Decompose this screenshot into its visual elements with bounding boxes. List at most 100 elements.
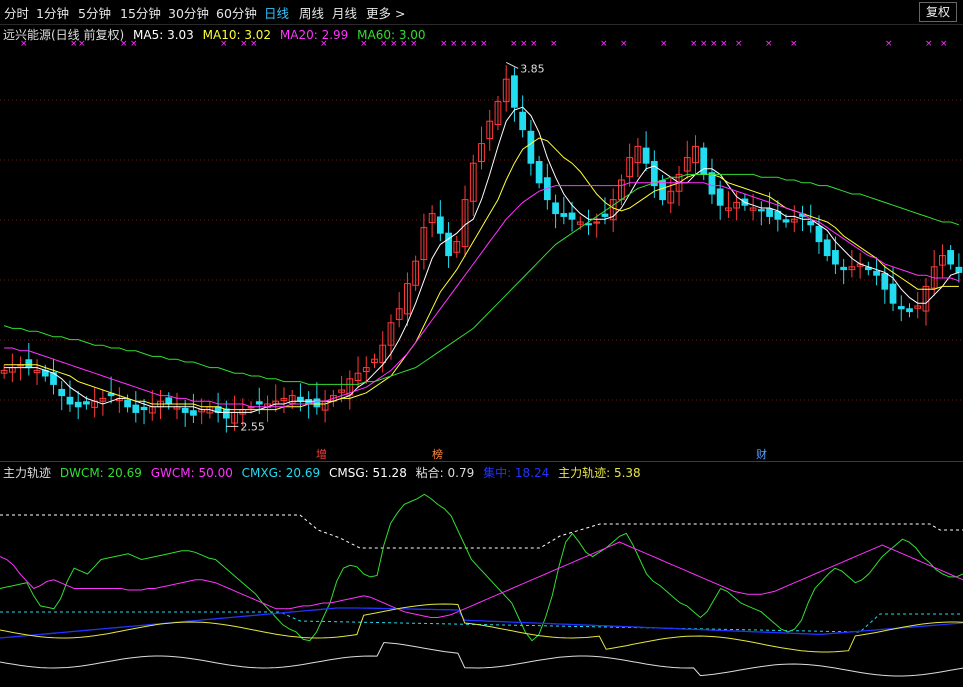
candle-body bbox=[568, 212, 576, 220]
candle-body bbox=[897, 306, 905, 310]
signal-marker: × bbox=[400, 40, 408, 49]
candle-body bbox=[511, 75, 518, 108]
signal-marker: × bbox=[360, 40, 368, 49]
signal-marker: × bbox=[78, 40, 86, 49]
candle-body bbox=[840, 266, 848, 271]
candle-body bbox=[58, 388, 66, 397]
candle-body bbox=[132, 404, 140, 413]
tab-30min[interactable]: 30分钟 bbox=[168, 3, 209, 22]
fuquan-button[interactable]: 复权 bbox=[919, 2, 957, 22]
candle-body bbox=[782, 219, 790, 223]
dwcm-line bbox=[0, 493, 963, 642]
candle-body bbox=[947, 250, 955, 265]
candle-body bbox=[66, 396, 74, 405]
candle-body bbox=[25, 359, 33, 369]
candle-body bbox=[757, 209, 765, 212]
zlgj-line bbox=[0, 603, 963, 653]
tab-fenshi[interactable]: 分时 bbox=[4, 3, 29, 22]
signal-marker: × bbox=[320, 40, 328, 49]
signal-marker: × bbox=[550, 40, 558, 49]
signal-marker: × bbox=[70, 40, 78, 49]
signal-marker: × bbox=[720, 40, 728, 49]
tab-60min[interactable]: 60分钟 bbox=[216, 3, 257, 22]
candle-body bbox=[889, 283, 897, 304]
candle-body bbox=[955, 266, 963, 273]
signal-marker: × bbox=[450, 40, 458, 49]
signal-marker: × bbox=[220, 40, 228, 49]
candle-body bbox=[181, 407, 189, 413]
cmsg-readout: CMSG: 51.28 bbox=[328, 466, 407, 480]
candle-body bbox=[601, 213, 609, 217]
candle-body bbox=[642, 147, 650, 164]
candle-body bbox=[873, 270, 880, 276]
nh-readout: 粘合: 0.79 bbox=[415, 466, 475, 480]
gwcm-line bbox=[0, 541, 963, 618]
candle-body bbox=[124, 399, 131, 408]
candle-body bbox=[313, 398, 321, 408]
sub-legend: 主力轨迹 DWCM: 20.69 GWCM: 50.00 CMXG: 20.69… bbox=[3, 464, 646, 481]
candle-body bbox=[659, 180, 666, 201]
candle-body bbox=[445, 232, 452, 257]
signal-marker: × bbox=[790, 40, 798, 49]
signal-marker: × bbox=[120, 40, 128, 49]
candle-body bbox=[83, 401, 90, 405]
signal-marker: × bbox=[510, 40, 518, 49]
signal-marker: × bbox=[460, 40, 468, 49]
cmxg-readout: CMXG: 20.69 bbox=[241, 466, 321, 480]
candle-body bbox=[766, 208, 773, 217]
candle-body bbox=[823, 239, 831, 257]
candle-body bbox=[560, 213, 568, 217]
signal-marker: × bbox=[410, 40, 418, 49]
ma-line-ma20 bbox=[4, 182, 960, 408]
signal-marker: × bbox=[940, 40, 948, 49]
jz-readout: 集中: 18.24 bbox=[483, 466, 550, 480]
gwcm-readout: GWCM: 50.00 bbox=[150, 466, 233, 480]
tab-daily[interactable]: 日线 bbox=[264, 3, 289, 22]
signal-marker: × bbox=[20, 40, 28, 49]
candle-body bbox=[165, 397, 173, 405]
candle-body bbox=[255, 401, 263, 405]
signal-marker: × bbox=[620, 40, 628, 49]
tab-more[interactable]: 更多 > bbox=[366, 3, 405, 22]
ma-line-ma10 bbox=[4, 137, 959, 411]
signal-marker: × bbox=[925, 40, 933, 49]
tab-1min[interactable]: 1分钟 bbox=[36, 3, 69, 22]
signal-marker: × bbox=[600, 40, 608, 49]
signal-marker: × bbox=[470, 40, 478, 49]
indicator-chart bbox=[0, 493, 963, 677]
high-label: 3.85 bbox=[520, 62, 545, 75]
candle-body bbox=[708, 172, 716, 195]
candle-body bbox=[74, 401, 82, 408]
candle-body bbox=[881, 273, 889, 290]
candle-body bbox=[832, 250, 839, 265]
candle-body bbox=[297, 396, 304, 402]
tab-15min[interactable]: 15分钟 bbox=[120, 3, 161, 22]
candle-body bbox=[815, 225, 823, 243]
signal-marker: × bbox=[700, 40, 708, 49]
candle-body bbox=[807, 220, 815, 226]
candlestick-chart: 3.852.55× × × × × × × × × × × × × × × × × × × × × × × × × × × × × × × ×… bbox=[0, 40, 963, 433]
low-label: 2.55 bbox=[240, 420, 265, 433]
event-marker-bang[interactable]: 榜 bbox=[432, 446, 443, 462]
tab-weekly[interactable]: 周线 bbox=[299, 3, 324, 22]
lower-white-line bbox=[0, 641, 963, 677]
event-marker-zeng[interactable]: 增 bbox=[316, 446, 327, 462]
candle-body bbox=[519, 111, 527, 131]
event-marker-cai[interactable]: 财 bbox=[756, 446, 767, 462]
candle-body bbox=[906, 308, 913, 313]
sub-title: 主力轨迹 bbox=[3, 466, 52, 480]
signal-marker: × bbox=[690, 40, 698, 49]
signal-marker: × bbox=[520, 40, 528, 49]
candle-body bbox=[190, 410, 197, 416]
signal-marker: × bbox=[885, 40, 893, 49]
tab-monthly[interactable]: 月线 bbox=[332, 3, 357, 22]
signal-marker: × bbox=[530, 40, 538, 49]
signal-marker: × bbox=[480, 40, 488, 49]
candle-body bbox=[527, 130, 535, 164]
panel-divider bbox=[0, 461, 963, 462]
signal-marker: × bbox=[660, 40, 668, 49]
signal-marker: × bbox=[380, 40, 388, 49]
signal-marker: × bbox=[390, 40, 398, 49]
dwcm-readout: DWCM: 20.69 bbox=[59, 466, 142, 480]
tab-5min[interactable]: 5分钟 bbox=[78, 3, 111, 22]
